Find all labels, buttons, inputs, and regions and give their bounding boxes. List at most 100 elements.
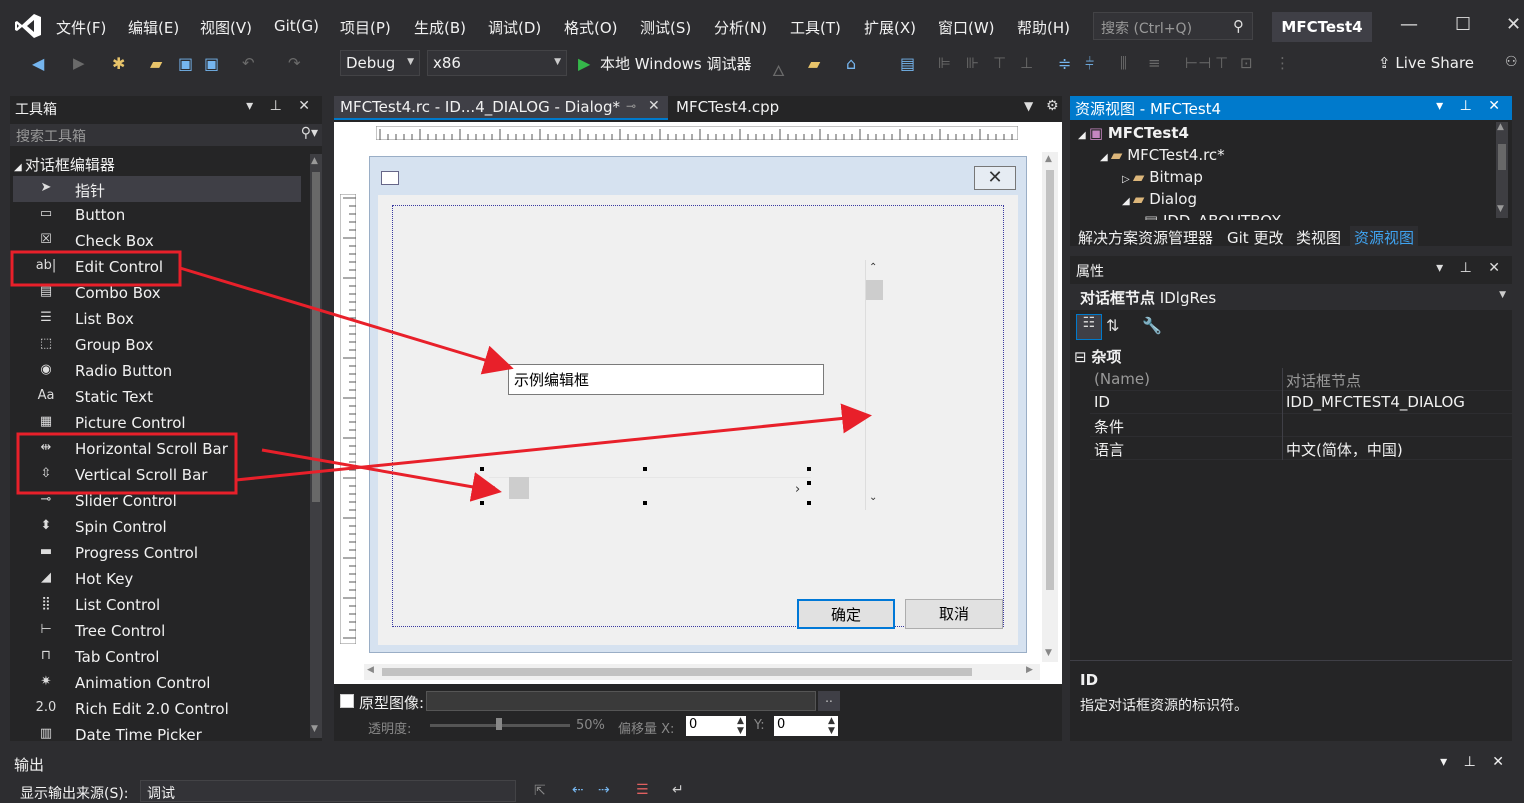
menu-item[interactable]: 格式(O) <box>564 17 618 38</box>
tool-progress-control[interactable]: ▬ Progress Control <box>13 540 301 566</box>
tool-static-text[interactable]: Aa Static Text <box>13 384 301 410</box>
menu-item[interactable]: Git(G) <box>274 17 319 35</box>
tab-panel[interactable]: 类视图 <box>1292 226 1345 248</box>
tree-scrollbar[interactable]: ▲ ▼ <box>1496 122 1508 218</box>
tool-pointer[interactable]: ➤ 指针 <box>13 176 301 202</box>
menu-item[interactable]: 测试(S) <box>640 17 691 38</box>
panel-controls[interactable]: ▾ ⊥ ✕ <box>246 98 316 114</box>
tool-button[interactable]: ▭ Button <box>13 202 301 228</box>
tool-list-control[interactable]: ⣿ List Control <box>13 592 301 618</box>
browse-button[interactable]: .. <box>818 691 840 711</box>
property-row[interactable]: 条件 <box>1090 414 1512 437</box>
make-same-height-icon[interactable]: ⊤ <box>1215 54 1228 72</box>
browse-icon[interactable]: ▰ <box>808 54 820 73</box>
hot-reload-icon[interactable]: 🜂 <box>772 54 785 85</box>
property-pages-icon[interactable]: 🔧 <box>1142 316 1162 335</box>
scroll-up-icon[interactable]: ▲ <box>311 156 318 166</box>
dialog-close-icon[interactable]: ✕ <box>974 166 1016 190</box>
dialog-preview[interactable]: ✕ 示例编辑框 ‹ › ⌃ ⌄ 确定 取消 <box>369 156 1027 653</box>
alphabetical-icon[interactable]: ⇅ <box>1106 316 1119 335</box>
tool-tree-control[interactable]: ⊢ Tree Control <box>13 618 301 644</box>
tool-radio-button[interactable]: ◉ Radio Button <box>13 358 301 384</box>
categorized-icon[interactable]: ☷ <box>1076 314 1102 340</box>
category-header[interactable]: ⊟ 杂项 <box>1074 346 1121 367</box>
scroll-thumb[interactable] <box>382 668 972 676</box>
scroll-thumb[interactable] <box>1498 144 1506 170</box>
panel-controls[interactable]: ▾ ⊥ ✕ <box>1440 754 1510 770</box>
back-icon[interactable]: ◀ <box>32 54 44 73</box>
tool-hot-key[interactable]: ◢ Hot Key <box>13 566 301 592</box>
search-input[interactable]: 搜索 (Ctrl+Q) ⚲ <box>1093 12 1253 40</box>
tab-panel[interactable]: Git 更改 <box>1223 226 1287 248</box>
space-across-icon[interactable]: ⫼ <box>1120 54 1127 72</box>
tab-panel[interactable]: 解决方案资源管理器 <box>1074 226 1217 248</box>
platform-select[interactable]: x86 ▼ <box>427 50 567 76</box>
tool-picture-control[interactable]: ▦ Picture Control <box>13 410 301 436</box>
menu-item[interactable]: 调试(D) <box>488 17 541 38</box>
tab-close-icon[interactable]: ✕ <box>648 98 660 114</box>
previous-message-icon[interactable]: ⇠ <box>572 782 584 798</box>
undo-icon[interactable]: ↶ <box>242 54 255 72</box>
object-selector[interactable]: 对话框节点 IDlgRes ▼ <box>1070 284 1512 310</box>
tool-tab-control[interactable]: ⊓ Tab Control <box>13 644 301 670</box>
menu-item[interactable]: 视图(V) <box>200 17 252 38</box>
align-right-icon[interactable]: ⊪ <box>966 54 979 72</box>
opacity-slider-thumb[interactable] <box>496 718 502 730</box>
spin-icon[interactable]: ▲ ▼ <box>828 716 835 736</box>
tool-group-box[interactable]: ⬚ Group Box <box>13 332 301 358</box>
tool-combo-box[interactable]: ▤ Combo Box <box>13 280 301 306</box>
scroll-right-icon[interactable]: ▶ <box>1026 665 1033 675</box>
edit-control[interactable]: 示例编辑框 <box>508 364 824 395</box>
forward-icon[interactable]: ▶ <box>73 54 85 72</box>
tab-list-icon[interactable]: ▼ <box>1024 99 1033 113</box>
menu-item[interactable]: 工具(T) <box>790 17 841 38</box>
resize-handle[interactable] <box>807 467 811 471</box>
layout-icon[interactable]: ▤ <box>900 54 915 73</box>
canvas-vertical-scrollbar[interactable]: ▲ ▼ <box>1042 152 1058 662</box>
menu-item[interactable]: 生成(B) <box>414 17 466 38</box>
center-vertical-icon[interactable]: ≑ <box>1058 54 1071 73</box>
menu-item[interactable]: 编辑(E) <box>128 17 179 38</box>
toolbox-scrollbar[interactable]: ▲ ▼ <box>310 154 322 738</box>
resize-handle[interactable] <box>480 467 484 471</box>
close-icon[interactable]: ✕ <box>1506 14 1521 35</box>
toolbar-overflow-icon[interactable]: ⋮ <box>1275 54 1290 72</box>
redo-icon[interactable]: ↷ <box>288 54 301 72</box>
vertical-scroll-bar-control[interactable]: ⌃ ⌄ <box>865 260 883 510</box>
scroll-down-icon[interactable]: ▼ <box>1497 204 1504 214</box>
tree-node[interactable]: ▷ ▰ Bitmap <box>1122 168 1203 186</box>
tree-node[interactable]: ◢ ▰ MFCTest4.rc* <box>1100 146 1225 164</box>
word-wrap-icon[interactable]: ↵ <box>672 782 684 798</box>
settings-gear-icon[interactable]: ⚙ <box>1046 98 1059 114</box>
live-share-button[interactable]: ⇪ Live Share <box>1378 54 1474 72</box>
clear-all-icon[interactable]: ☰ <box>636 782 649 798</box>
cancel-button[interactable]: 取消 <box>905 599 1003 629</box>
horizontal-scroll-bar-control[interactable]: ‹ › <box>480 467 812 505</box>
run-debugger-button[interactable]: 本地 Windows 调试器 <box>600 53 752 74</box>
tab-cpp[interactable]: MFCTest4.cpp <box>670 96 800 120</box>
scroll-thumb[interactable] <box>1046 170 1054 590</box>
panel-controls[interactable]: ▾ ⊥ ✕ <box>1436 98 1506 114</box>
tool-spin-control[interactable]: ⬍ Spin Control <box>13 514 301 540</box>
panel-controls[interactable]: ▾ ⊥ ✕ <box>1436 260 1506 276</box>
tool-rich-edit-2-0-control[interactable]: 2.0 Rich Edit 2.0 Control <box>13 696 301 722</box>
output-source-select[interactable]: 调试 <box>140 780 516 802</box>
pin-icon[interactable]: ⊸ <box>626 99 636 113</box>
property-value[interactable]: 中文(简体，中国) <box>1286 439 1403 460</box>
prototype-path-input[interactable] <box>426 691 816 711</box>
tree-node[interactable]: ▤ IDD_ABOUTBOX <box>1144 212 1281 220</box>
play-icon[interactable]: ▶ <box>578 54 590 73</box>
menu-item[interactable]: 项目(P) <box>340 17 391 38</box>
scroll-up-icon[interactable]: ▲ <box>1497 122 1504 132</box>
tool-vertical-scroll-bar[interactable]: ⇳ Vertical Scroll Bar <box>13 462 301 488</box>
resize-handle[interactable] <box>480 501 484 505</box>
account-icon[interactable]: ⚇ <box>1505 54 1518 70</box>
tool-edit-control[interactable]: ab| Edit Control <box>13 254 301 280</box>
space-down-icon[interactable]: ≡ <box>1148 54 1161 72</box>
find-message-icon[interactable]: ⇱ <box>534 783 546 799</box>
property-row[interactable]: 语言 中文(简体，中国) <box>1090 437 1512 460</box>
make-same-width-icon[interactable]: ⊢⊣ <box>1185 54 1211 72</box>
center-horizontal-icon[interactable]: ⫩ <box>1085 54 1094 74</box>
scroll-thumb[interactable] <box>312 172 320 502</box>
tool-slider-control[interactable]: ⊸ Slider Control <box>13 488 301 514</box>
